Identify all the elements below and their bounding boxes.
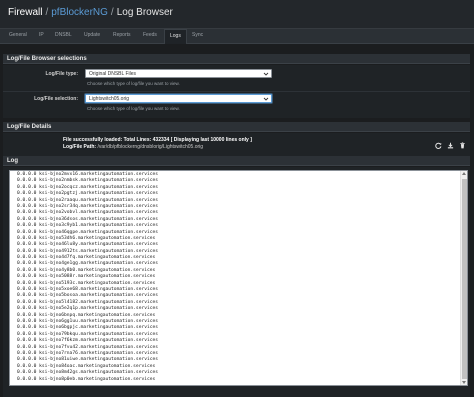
breadcrumb-separator: /	[45, 7, 49, 18]
log-line: 0.0.0.0 ksi-bjno3c9yb1.marketingautomati…	[17, 223, 159, 229]
breadcrumb-firewall[interactable]: Firewall	[8, 7, 42, 18]
log-line: 0.0.0.0 ksi-bjno81uiwe.marketingautomati…	[17, 357, 159, 363]
breadcrumb: Firewall / pfBlockerNG / Log Browser	[8, 7, 173, 18]
divider	[3, 91, 470, 92]
tab-dnsbl[interactable]: DNSBL	[55, 32, 72, 38]
selections-panel-title: Log/File Browser selections	[3, 54, 470, 64]
file-type-label: Log/File type:	[45, 71, 79, 77]
download-icon[interactable]	[447, 142, 454, 149]
log-line: 0.0.0.0 ksi-bjno2vobvl.marketingautomati…	[17, 210, 159, 216]
log-line: 0.0.0.0 ksi-bjno5bosoa.marketingautomati…	[17, 293, 159, 299]
log-line: 0.0.0.0 ksi-bjno2pgtzj.marketingautomati…	[17, 191, 159, 197]
log-line: 0.0.0.0 ksi-bjno4ge1gg.marketingautomati…	[17, 261, 159, 267]
tab-update[interactable]: Update	[84, 32, 100, 38]
log-line: 0.0.0.0 ksi-bjno46qgpe.marketingautomati…	[17, 229, 159, 235]
delete-icon[interactable]	[459, 142, 466, 149]
log-panel: 0.0.0.0 ksi-bjno2mvx16.marketingautomati…	[3, 167, 470, 397]
breadcrumb-log-browser: Log Browser	[116, 7, 173, 18]
breadcrumb-separator: /	[110, 7, 114, 18]
file-selection-value: Lightswitch05.orig	[89, 96, 130, 102]
file-type-select[interactable]: Original DNSBL Files	[85, 69, 272, 78]
log-line: 0.0.0.0 ksi-bjno5088r.marketingautomatio…	[17, 274, 156, 280]
file-selection-select[interactable]: Lightswitch05.orig	[85, 94, 272, 103]
log-lines: 0.0.0.0 ksi-bjno2mvx16.marketingautomati…	[17, 172, 158, 383]
log-panel-title: Log	[3, 156, 470, 166]
file-path: Log/File Path: /var/db/pfblockerng/dnsbl…	[63, 144, 203, 150]
tab-general[interactable]: General	[9, 32, 27, 38]
details-panel-title: Log/File Details	[3, 122, 470, 132]
file-path-value: /var/db/pfblockerng/dnsblorig/Lightswitc…	[97, 144, 204, 150]
tab-reports[interactable]: Reports	[113, 32, 131, 38]
tab-bar: General IP DNSBL Update Reports Feeds Lo…	[0, 28, 474, 44]
log-line: 0.0.0.0 ksi-bjno7f6kzm.marketingautomati…	[17, 338, 159, 344]
file-selection-row: Log/File selection: Lightswitch05.orig C…	[3, 94, 470, 116]
tab-sync[interactable]: Sync	[192, 32, 203, 38]
scroll-up-arrow-icon[interactable]	[462, 172, 466, 175]
log-line: 0.0.0.0 ksi-bjno2nmbsk.marketingautomati…	[17, 178, 159, 184]
details-panel: File successfully loaded: Total Lines: 4…	[3, 133, 470, 156]
tab-ip[interactable]: IP	[39, 32, 44, 38]
log-line: 0.0.0.0 ksi-bjno8p0eb.marketingautomatio…	[17, 376, 156, 382]
tab-feeds[interactable]: Feeds	[143, 32, 157, 38]
log-line: 0.0.0.0 ksi-bjno6bgpjc.marketingautomati…	[17, 325, 159, 331]
tab-logs[interactable]: Logs	[164, 29, 187, 44]
log-textarea[interactable]: 0.0.0.0 ksi-bjno2mvx16.marketingautomati…	[9, 170, 468, 386]
load-status-text: File successfully loaded: Total Lines: 4…	[63, 137, 252, 143]
file-type-row: Log/File type: Original DNSBL Files Choo…	[3, 69, 470, 91]
chevron-down-icon	[263, 97, 269, 101]
file-type-help: Choose which type of log/file you want t…	[87, 81, 180, 86]
log-line: 0.0.0.0 ksi-bjno7fvu42.marketingautomati…	[17, 344, 159, 350]
refresh-icon[interactable]	[435, 142, 442, 149]
file-selection-label: Log/File selection:	[34, 96, 78, 102]
breadcrumb-pfblockerng[interactable]: pfBlockerNG	[51, 7, 108, 18]
file-path-label: Log/File Path:	[63, 144, 97, 150]
file-type-value: Original DNSBL Files	[89, 71, 137, 77]
log-line: 0.0.0.0 ksi-bjno46lu8y.marketingautomati…	[17, 242, 159, 248]
log-scrollbar[interactable]	[460, 171, 467, 385]
scroll-thumb[interactable]	[462, 179, 467, 379]
log-line: 0.0.0.0 ksi-bjno2raaqu.marketingautomati…	[17, 197, 159, 203]
selections-panel: Log/File type: Original DNSBL Files Choo…	[3, 65, 470, 118]
chevron-down-icon	[263, 72, 269, 76]
file-selection-help: Choose which type of log/file you want t…	[87, 106, 180, 111]
scroll-down-arrow-icon[interactable]	[462, 381, 466, 384]
load-status: File successfully loaded: Total Lines: 4…	[63, 137, 252, 143]
page-header: Firewall / pfBlockerNG / Log Browser	[0, 0, 474, 28]
log-line: 0.0.0.0 ksi-bjno8m42gs.marketingautomati…	[17, 370, 159, 376]
log-line: 0.0.0.0 ksi-bjno5e2q1p.marketingautomati…	[17, 306, 159, 312]
